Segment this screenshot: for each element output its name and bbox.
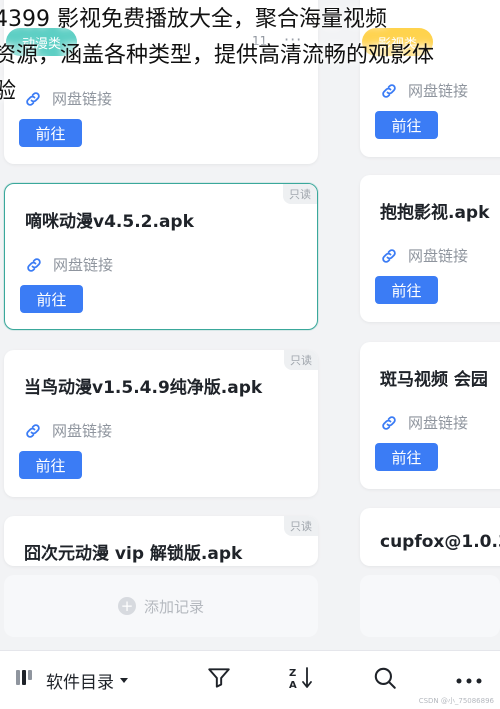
- card-title: 囧次元动漫 vip 解锁版.apk: [24, 544, 243, 564]
- link-row[interactable]: 网盘链接: [380, 80, 468, 101]
- column-anime: 网盘链接 前往 只读 嘀咪动漫v4.5.2.apk 网盘链接 前往 只读 当鸟动…: [0, 0, 322, 650]
- record-card[interactable]: 网盘链接 前往: [360, 0, 500, 157]
- add-record-button[interactable]: + 添加记录: [4, 575, 318, 637]
- record-card[interactable]: 斑马视频 会园 网盘链接 前往: [360, 342, 500, 489]
- link-label: 网盘链接: [52, 90, 113, 108]
- record-card[interactable]: 只读 当鸟动漫v1.5.4.9纯净版.apk 网盘链接 前往: [4, 350, 318, 497]
- group-count: 11: [252, 34, 268, 48]
- svg-text:Z: Z: [289, 668, 296, 679]
- link-row[interactable]: 网盘链接: [380, 412, 468, 433]
- column-movies: 网盘链接 前往 抱抱影视.apk 网盘链接 前往 斑马视频 会园 网盘链接 前往…: [360, 0, 500, 650]
- filter-button[interactable]: [204, 665, 234, 695]
- go-button[interactable]: 前往: [375, 111, 438, 139]
- link-row[interactable]: 网盘链接: [25, 254, 113, 275]
- add-record-button-right[interactable]: [360, 575, 500, 637]
- chevron-down-icon: [120, 677, 128, 683]
- readonly-badge: 只读: [283, 184, 317, 204]
- search-icon: [372, 665, 398, 695]
- catalog-dropdown[interactable]: 软件目录: [14, 665, 128, 695]
- link-icon: [380, 247, 398, 265]
- go-button[interactable]: 前往: [19, 119, 82, 147]
- link-label: 网盘链接: [408, 414, 469, 432]
- add-record-label: 添加记录: [143, 597, 204, 616]
- go-button[interactable]: 前往: [375, 443, 438, 471]
- go-button[interactable]: 前往: [375, 276, 438, 304]
- link-row[interactable]: 网盘链接: [24, 420, 112, 441]
- link-icon: [380, 414, 398, 432]
- more-button[interactable]: [452, 665, 486, 695]
- watermark: CSDN @小_75086896: [418, 697, 494, 705]
- group-chip-movies[interactable]: 影视类: [362, 28, 434, 56]
- group-chip-anime[interactable]: 动漫类: [6, 28, 78, 56]
- bottom-toolbar: 软件目录 Z A CSDN @小_75086896: [0, 650, 500, 709]
- link-icon: [380, 82, 398, 100]
- kanban-board: 网盘链接 前往 只读 嘀咪动漫v4.5.2.apk 网盘链接 前往 只读 当鸟动…: [0, 0, 500, 650]
- svg-text:A: A: [289, 680, 297, 691]
- card-title: 当鸟动漫v1.5.4.9纯净版.apk: [24, 378, 263, 398]
- card-title: cupfox@1.0.3: [380, 532, 500, 552]
- sort-button[interactable]: Z A: [286, 665, 316, 695]
- link-label: 网盘链接: [408, 247, 469, 265]
- link-label: 网盘链接: [52, 422, 113, 440]
- link-row[interactable]: 网盘链接: [24, 88, 112, 109]
- card-title: 抱抱影视.apk: [380, 203, 490, 223]
- record-card[interactable]: 网盘链接 前往: [4, 0, 318, 164]
- link-label: 网盘链接: [53, 256, 114, 274]
- record-card-selected[interactable]: 只读 嘀咪动漫v4.5.2.apk 网盘链接 前往: [4, 183, 318, 330]
- card-title: 嘀咪动漫v4.5.2.apk: [25, 212, 194, 232]
- group-more-icon[interactable]: ···: [284, 30, 302, 49]
- record-card[interactable]: cupfox@1.0.3: [360, 508, 500, 566]
- catalog-icon: [14, 666, 38, 694]
- record-card[interactable]: 抱抱影视.apk 网盘链接 前往: [360, 175, 500, 322]
- sort-az-icon: Z A: [287, 664, 315, 696]
- readonly-badge: 只读: [284, 516, 318, 536]
- card-title: 斑马视频 会园: [380, 370, 488, 390]
- link-label: 网盘链接: [408, 82, 469, 100]
- catalog-label: 软件目录: [46, 672, 114, 693]
- filter-icon: [206, 665, 232, 695]
- link-icon: [24, 422, 42, 440]
- go-button[interactable]: 前往: [19, 451, 82, 479]
- link-icon: [24, 90, 42, 108]
- plus-icon: +: [117, 597, 136, 615]
- go-button[interactable]: 前往: [20, 285, 83, 313]
- more-icon: [455, 671, 483, 690]
- search-button[interactable]: [370, 665, 400, 695]
- record-card[interactable]: 只读 囧次元动漫 vip 解锁版.apk: [4, 516, 318, 566]
- link-icon: [25, 256, 43, 274]
- link-row[interactable]: 网盘链接: [380, 245, 468, 266]
- readonly-badge: 只读: [284, 350, 318, 370]
